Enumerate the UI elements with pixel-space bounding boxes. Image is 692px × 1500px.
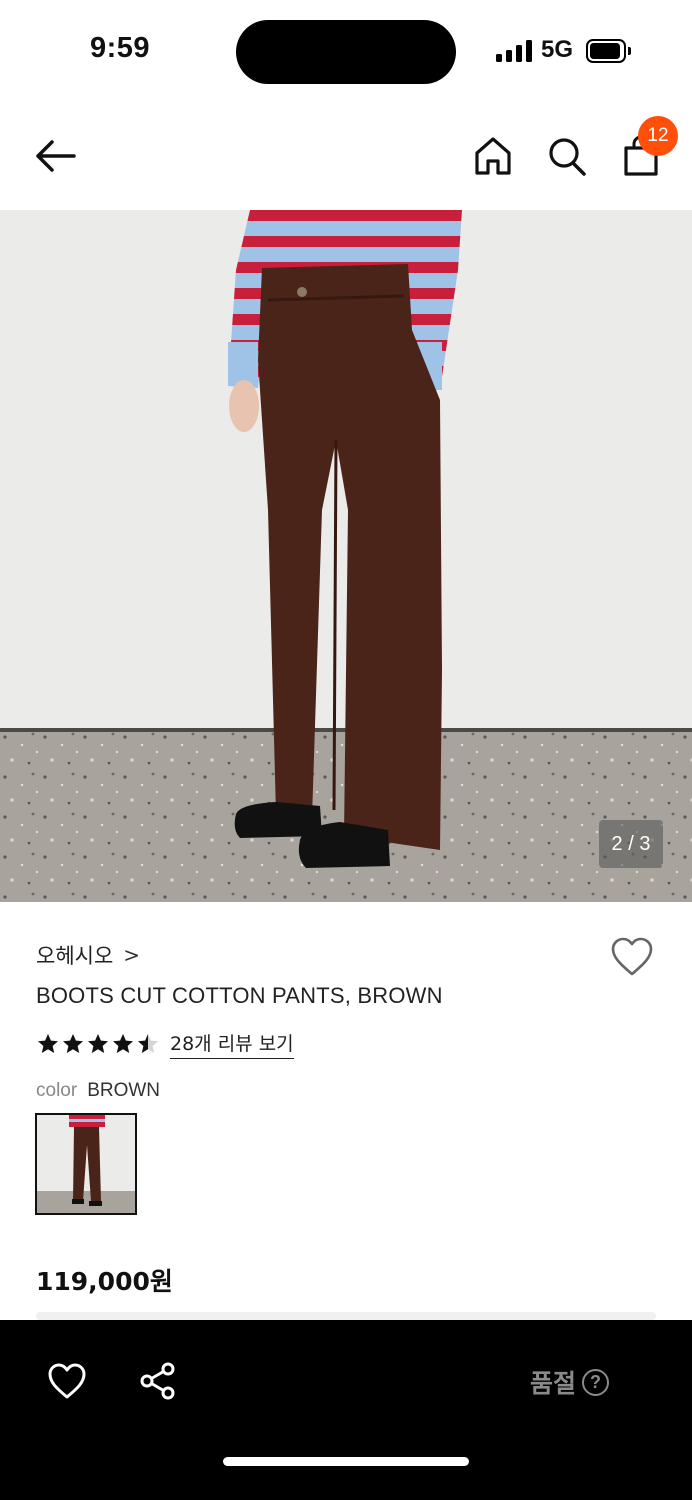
star-half-icon	[138, 1034, 158, 1053]
bottom-action-bar: 품절 ?	[0, 1320, 692, 1500]
rating-stars	[36, 1032, 160, 1056]
product-photo-illustration	[0, 210, 692, 902]
search-icon	[549, 138, 586, 176]
status-bar: 9:59 5G	[0, 0, 692, 100]
network-label: 5G	[541, 36, 574, 63]
sold-out-status: 품절 ?	[530, 1364, 610, 1400]
product-title: BOOTS CUT COTTON PANTS, BROWN	[36, 983, 443, 1008]
sold-out-label: 품절	[530, 1369, 577, 1398]
search-button[interactable]	[546, 134, 588, 178]
home-button[interactable]	[472, 134, 514, 178]
image-counter: 2 / 3	[599, 820, 663, 868]
star-full-icon	[38, 1034, 58, 1053]
star-full-icon	[113, 1034, 133, 1053]
product-image[interactable]	[0, 210, 692, 902]
brand-link[interactable]: 오헤시오 >	[36, 940, 140, 970]
home-indicator	[223, 1457, 469, 1466]
dynamic-island	[236, 20, 456, 84]
brand-name: 오헤시오	[36, 944, 114, 968]
back-button[interactable]	[32, 136, 80, 176]
heart-icon	[48, 1363, 86, 1399]
wishlist-button[interactable]	[610, 936, 654, 978]
review-link[interactable]: 28개 리뷰 보기	[170, 1029, 294, 1059]
help-icon[interactable]: ?	[582, 1368, 610, 1396]
status-time: 9:59	[90, 32, 151, 64]
color-swatch-brown[interactable]	[35, 1113, 137, 1215]
color-row: color BROWN	[36, 1080, 160, 1102]
share-button[interactable]	[138, 1361, 178, 1401]
star-full-icon	[63, 1034, 83, 1053]
section-divider	[36, 1312, 656, 1320]
star-full-icon	[88, 1034, 108, 1053]
color-value: BROWN	[87, 1080, 161, 1101]
chevron-right-icon: >	[123, 943, 141, 967]
signal-icon	[496, 40, 532, 62]
bottom-wishlist-button[interactable]	[47, 1362, 87, 1402]
home-icon	[475, 137, 511, 175]
swatch-thumbnail	[37, 1115, 135, 1213]
back-arrow-icon	[36, 140, 76, 172]
color-label: color	[36, 1080, 78, 1101]
rating-row: 28개 리뷰 보기	[36, 1029, 294, 1059]
share-icon	[140, 1362, 175, 1400]
cart-count-badge: 12	[638, 116, 678, 156]
price: 119,000원	[36, 1267, 173, 1296]
top-nav	[0, 100, 692, 210]
battery-icon	[586, 39, 631, 63]
heart-outline-icon	[611, 937, 653, 976]
